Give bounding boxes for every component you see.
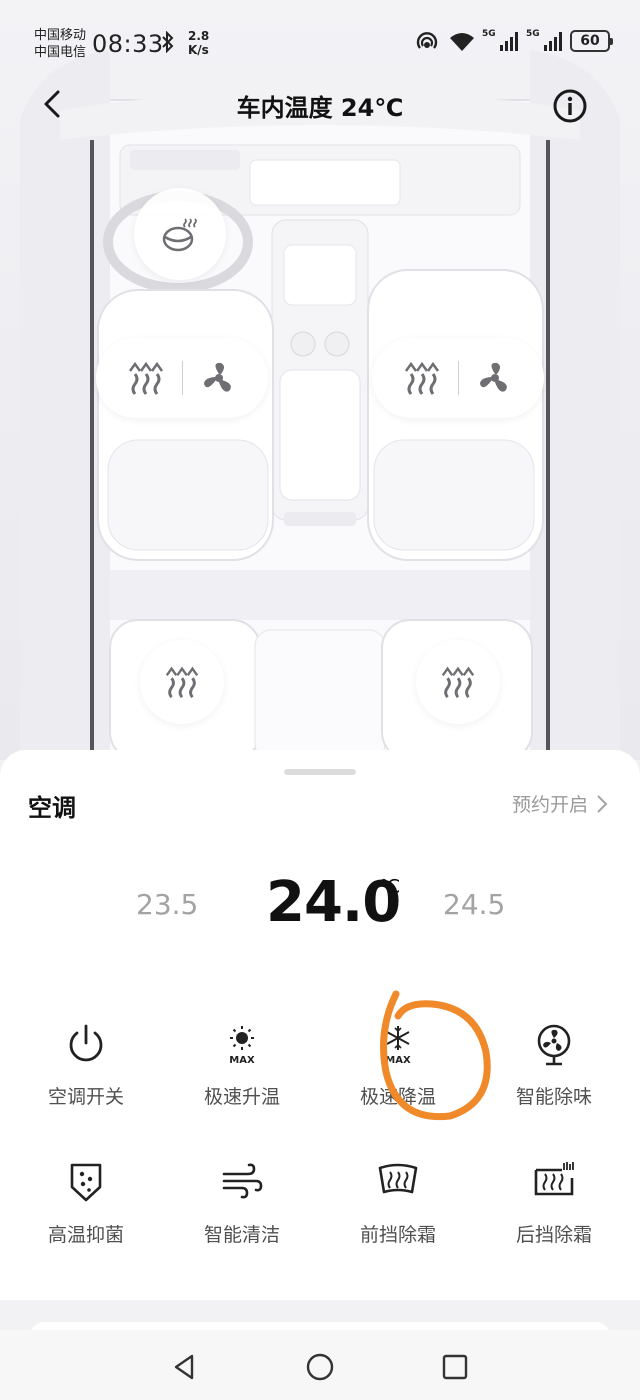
chevron-right-icon — [597, 794, 608, 813]
signal-icon: 5G — [482, 29, 518, 51]
climate-section-title: 空调 — [28, 794, 76, 822]
seat-heat-icon[interactable] — [402, 358, 442, 398]
shield-sterilize-icon — [70, 1163, 102, 1202]
seat-heat-icon — [165, 666, 199, 699]
smart-clean-button[interactable]: 智能清洁 — [162, 1128, 322, 1246]
front-defrost-button[interactable]: 前挡除霜 — [318, 1128, 478, 1246]
seat-ventilation-icon[interactable] — [475, 358, 515, 398]
seat-ventilation-icon[interactable] — [199, 358, 239, 398]
rapid-cool-button[interactable]: MAX 极速降温 — [318, 990, 478, 1108]
high-temp-sterilize-button[interactable]: 高温抑菌 — [6, 1128, 166, 1246]
recents-square-icon[interactable] — [440, 1352, 470, 1382]
home-circle-icon[interactable] — [305, 1352, 335, 1382]
temperature-selector: 23.5 24.0 ℃ 24.5 — [0, 858, 640, 958]
battery-icon: 60 — [570, 30, 613, 52]
wind-icon — [222, 1163, 263, 1199]
signal-icon: 5G — [526, 29, 562, 51]
hotspot-icon — [416, 32, 438, 49]
front-right-seat-controls — [372, 338, 544, 418]
network-speed: 2.8 K/s — [188, 29, 209, 57]
system-nav-bar — [0, 1330, 640, 1400]
temperature-unit: ℃ — [379, 876, 401, 898]
network-speed-unit: K/s — [188, 43, 209, 57]
function-label: 极速降温 — [359, 1086, 436, 1108]
network-speed-value: 2.8 — [188, 29, 210, 43]
steering-wheel-heat-button[interactable] — [134, 188, 226, 280]
rapid-heat-button[interactable]: MAX 极速升温 — [162, 990, 322, 1108]
sim2-network-tag: 5G — [526, 29, 540, 39]
rear-right-seat-heat-button[interactable] — [416, 640, 500, 724]
front-left-seat-controls — [96, 338, 268, 418]
back-triangle-icon[interactable] — [170, 1352, 200, 1382]
function-label: 智能清洁 — [203, 1224, 280, 1246]
carrier-2: 中国电信 — [34, 45, 87, 60]
fan-icon — [537, 1024, 571, 1066]
front-defrost-icon — [378, 1163, 418, 1194]
schedule-label: 预约开启 — [511, 794, 588, 816]
clock: 08:33 — [92, 30, 164, 58]
ac-power-button[interactable]: 空调开关 — [6, 990, 166, 1108]
sim1-network-tag: 5G — [482, 29, 496, 39]
temperature-higher-option[interactable]: 24.5 — [443, 888, 505, 921]
rear-defrost-icon — [534, 1162, 574, 1196]
info-button[interactable] — [552, 88, 588, 124]
sun-max-icon: MAX — [229, 1026, 255, 1066]
rear-defrost-button[interactable]: 后挡除霜 — [474, 1128, 634, 1246]
max-text: MAX — [229, 1055, 255, 1066]
snowflake-max-icon: MAX — [385, 1026, 411, 1066]
function-label: 高温抑菌 — [47, 1224, 124, 1246]
sheet-drag-handle[interactable] — [284, 769, 356, 775]
climate-panel: 空调 预约开启 23.5 24.0 ℃ 24.5 空调开关 MAX 极速升温 M… — [0, 750, 640, 1300]
wifi-icon — [450, 33, 474, 51]
carrier-1: 中国移动 — [34, 28, 87, 43]
carrier-names: 中国移动 中国电信 — [34, 27, 86, 61]
seat-heat-icon[interactable] — [126, 358, 166, 398]
rear-left-seat-heat-button[interactable] — [140, 640, 224, 724]
status-bar: 中国移动 中国电信 08:33 2.8 K/s 5G 5G 60 — [0, 0, 640, 80]
max-text: MAX — [385, 1055, 411, 1066]
seat-heat-icon — [441, 666, 475, 699]
function-label: 智能除味 — [515, 1086, 592, 1108]
schedule-button[interactable]: 预约开启 — [512, 790, 608, 817]
function-label: 极速升温 — [203, 1086, 280, 1108]
power-icon — [69, 1024, 103, 1062]
function-label: 后挡除霜 — [515, 1224, 592, 1246]
page-title: 车内温度 24℃ — [236, 94, 404, 122]
bluetooth-icon — [162, 31, 174, 53]
steering-wheel-heat-icon — [162, 218, 197, 252]
smart-deodorize-button[interactable]: 智能除味 — [474, 990, 634, 1108]
function-label: 前挡除霜 — [359, 1224, 436, 1246]
status-icons: 5G 5G 60 — [414, 29, 613, 52]
header: 车内温度 24℃ — [0, 80, 640, 130]
temperature-lower-option[interactable]: 23.5 — [136, 888, 198, 921]
function-label: 空调开关 — [47, 1086, 124, 1108]
